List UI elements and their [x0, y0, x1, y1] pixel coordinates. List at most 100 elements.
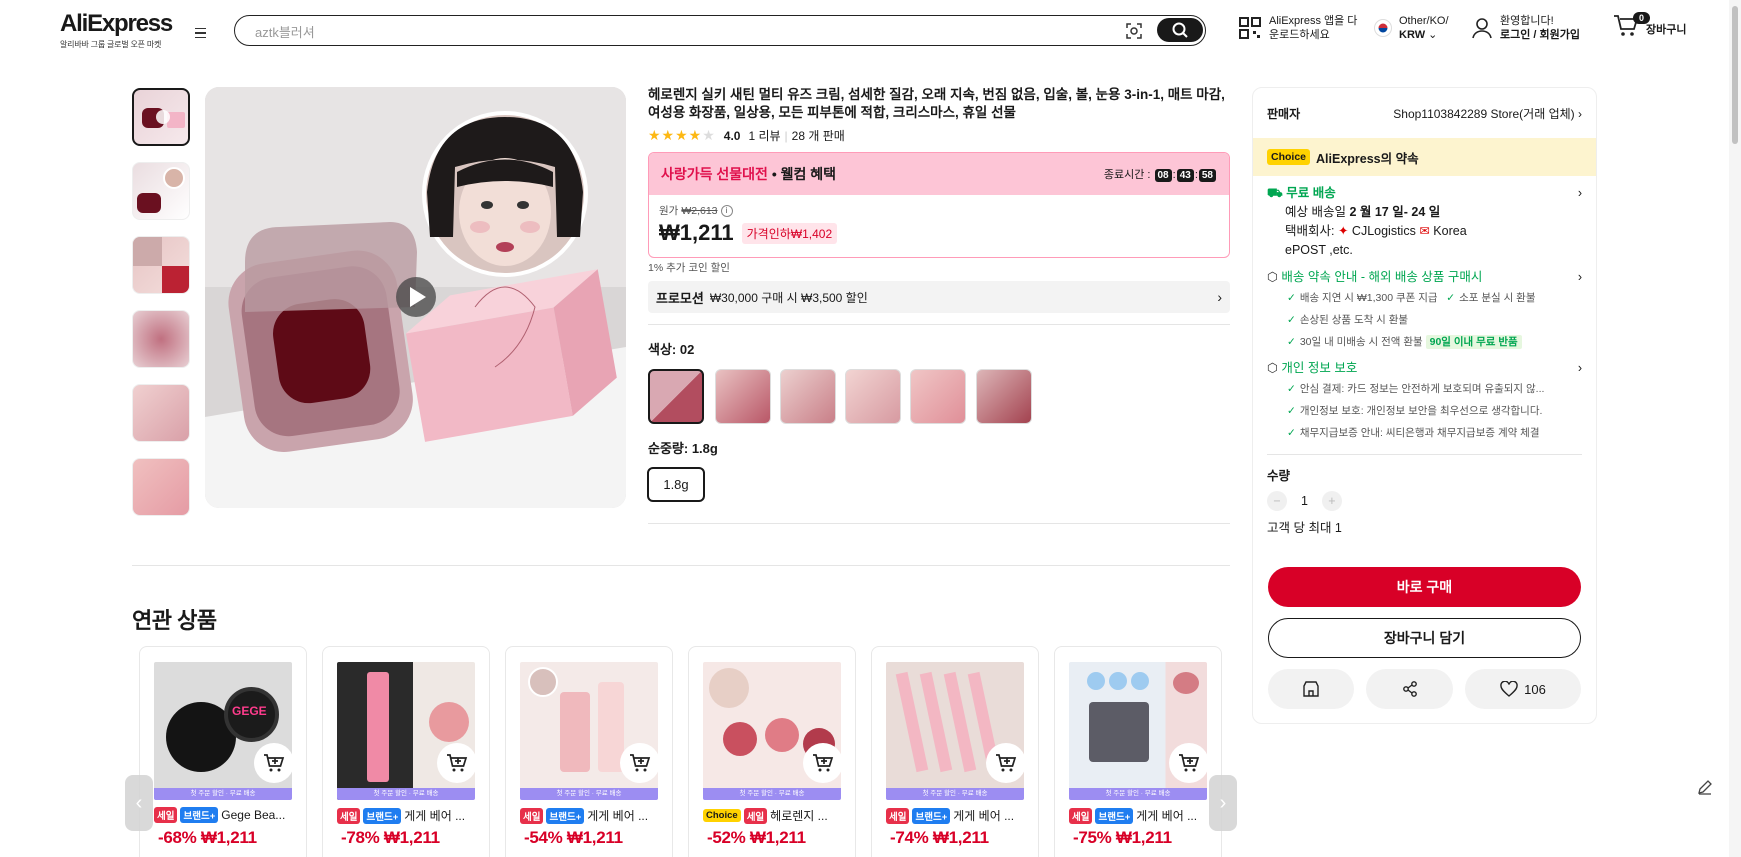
quantity-value[interactable]: 1 — [1301, 492, 1308, 511]
brand-plus-tag: 브랜드+ — [546, 807, 585, 824]
return-badge: 90일 이내 무료 반품 — [1425, 335, 1522, 349]
carrier-label: 택배회사: — [1285, 224, 1338, 238]
color-label: 색상: 02 — [648, 342, 695, 357]
brand-plus-tag: 브랜드+ — [180, 807, 219, 823]
image-search-icon[interactable] — [1125, 22, 1143, 40]
review-count[interactable]: 1 리뷰 — [748, 127, 780, 144]
promotion-label: 프로모션 — [656, 290, 704, 306]
thumbnail[interactable] — [132, 384, 190, 442]
add-to-cart-button[interactable]: 장바구니 담기 — [1268, 618, 1581, 658]
sale-tag: 세일 — [154, 807, 178, 823]
chevron-right-icon: › — [1577, 270, 1582, 284]
store-button[interactable] — [1268, 669, 1354, 709]
search-button[interactable] — [1157, 18, 1203, 42]
add-to-cart-icon[interactable] — [1169, 743, 1209, 783]
choice-tag: Choice — [1267, 149, 1311, 165]
product-card[interactable]: 첫 주문 할인 · 무료 배송 세일 브랜드+ 게게 베어 ... -74% ₩1,… — [871, 646, 1039, 857]
like-count: 106 — [1524, 681, 1546, 697]
promo-event-name: 사랑가득 선물대전 — [661, 166, 768, 182]
menu-icon[interactable] — [190, 24, 210, 42]
sale-tag: 세일 — [337, 807, 361, 824]
carousel-prev-button[interactable]: ‹ — [125, 775, 153, 831]
add-to-cart-icon[interactable] — [986, 743, 1026, 783]
add-to-cart-icon[interactable] — [254, 743, 294, 783]
product-card[interactable]: 첫 주문 할인 · 무료 배송 Choice 세일 헤로렌지 ... -52% ₩1… — [688, 646, 856, 857]
rating-row[interactable]: ★★★★★ 4.0 1 리뷰 | 28 개 판매 — [648, 127, 845, 144]
promotion-bar[interactable]: 프로모션 ₩30,000 구매 시 ₩3,500 할인 › — [648, 281, 1230, 313]
card-promo-band: 첫 주문 할인 · 무료 배송 — [886, 788, 1024, 800]
delivery-item: 배송 지연 시 ₩1,300 쿠폰 지급 — [1299, 292, 1438, 304]
search-bar[interactable]: aztk블러셔 — [234, 15, 1206, 46]
chevron-right-icon: › — [1577, 186, 1582, 200]
user-icon — [1472, 18, 1492, 39]
color-swatch[interactable] — [845, 369, 901, 424]
product-card[interactable]: 첫 주문 할인 · 무료 배송 세일 브랜드+ 게게 베어 ... -78% ₩1,… — [322, 646, 490, 857]
quantity-stepper: − 1 + — [1267, 491, 1582, 511]
weight-option[interactable]: 1.8g — [647, 467, 705, 502]
add-to-cart-icon[interactable] — [437, 743, 477, 783]
thumbnail[interactable] — [132, 88, 190, 146]
divider — [648, 324, 1230, 325]
feedback-edit-icon[interactable] — [1696, 778, 1714, 796]
product-card[interactable]: 첫 주문 할인 · 무료 배송 세일 브랜드+ 게게 베어 ... -54% ₩1,… — [505, 646, 673, 857]
login-link[interactable]: 로그인 / 회원가입 — [1500, 29, 1580, 41]
timer-hours: 08 — [1154, 169, 1172, 182]
card-price: -52% ₩1,211 — [707, 828, 806, 847]
free-shipping-row[interactable]: ⛟ 무료 배송 › — [1267, 184, 1582, 203]
language-currency-selector[interactable]: Other/KO/KRW ⌄ — [1374, 14, 1449, 42]
divider — [648, 523, 1230, 524]
currency-label: KRW — [1399, 29, 1426, 41]
card-promo-band: 첫 주문 할인 · 무료 배송 — [337, 788, 475, 800]
heart-icon — [1500, 681, 1518, 697]
color-swatch[interactable] — [780, 369, 836, 424]
buy-now-button[interactable]: 바로 구매 — [1268, 567, 1581, 607]
current-price: ₩1,211 — [659, 220, 734, 245]
decrease-button[interactable]: − — [1267, 491, 1287, 511]
color-swatch[interactable] — [910, 369, 966, 424]
timer-minutes: 43 — [1176, 169, 1194, 182]
color-swatch[interactable] — [648, 369, 704, 424]
search-input[interactable]: aztk블러셔 — [255, 22, 315, 41]
star-rating: ★★★★★ — [648, 127, 716, 143]
privacy-item: 개인정보 보호: 개인정보 보안을 최우선으로 생각합니다. — [1299, 405, 1543, 417]
card-promo-band: 첫 주문 할인 · 무료 배송 — [154, 788, 292, 800]
page-scrollbar[interactable] — [1729, 0, 1741, 857]
cart-link[interactable]: 0 장바구니 — [1613, 12, 1686, 38]
related-products-title: 연관 상품 — [132, 608, 217, 633]
scrollbar-thumb[interactable] — [1732, 6, 1738, 144]
store-icon — [1303, 681, 1319, 697]
thumbnail[interactable] — [132, 236, 190, 294]
share-button[interactable] — [1366, 669, 1453, 709]
color-swatch[interactable] — [976, 369, 1032, 424]
seller-name[interactable]: Shop1103842289 Store(거래 업체) — [1393, 107, 1574, 121]
end-time-label: 종료시간 : — [1103, 169, 1151, 181]
add-to-cart-icon[interactable] — [803, 743, 843, 783]
increase-button[interactable]: + — [1321, 491, 1342, 511]
privacy-row[interactable]: ⬡ 개인 정보 보호 › — [1267, 359, 1582, 378]
search-icon — [1172, 22, 1188, 38]
carousel-next-button[interactable]: › — [1209, 775, 1237, 831]
discount-badge: 가격인하₩1,402 — [741, 222, 838, 244]
product-card[interactable]: 첫 주문 할인 · 무료 배송 세일 브랜드+ 게게 베어 ... -75% ₩1,… — [1054, 646, 1222, 857]
wishlist-button[interactable]: 106 — [1465, 669, 1581, 709]
delivery-promise-row[interactable]: ⬡ 배송 약속 안내 - 해외 배송 상품 구매시 › — [1267, 268, 1582, 287]
product-card[interactable]: GEGE 첫 주문 할인 · 무료 배송 세일 브랜드+ Gege Bea... -6… — [139, 646, 307, 857]
carrier-3: ePOST ,etc. — [1285, 243, 1353, 257]
privacy-item: 안심 결제: 카드 정보는 안전하게 보호되며 유출되지 않... — [1299, 383, 1545, 395]
thumbnail[interactable] — [132, 310, 190, 368]
privacy-title: 개인 정보 보호 — [1281, 361, 1358, 375]
truck-icon: ⛟ — [1267, 186, 1283, 200]
add-to-cart-icon[interactable] — [620, 743, 660, 783]
card-name: Gege Bea... — [221, 808, 286, 822]
card-name: 게게 베어 ... — [1136, 809, 1198, 823]
thumbnail[interactable] — [132, 458, 190, 516]
thumbnail[interactable] — [132, 162, 190, 220]
main-product-image[interactable] — [205, 87, 626, 508]
info-icon[interactable]: i — [720, 204, 733, 217]
aliexpress-logo[interactable]: AliExpress 알리바바 그룹 글로벌 오픈 마켓 — [60, 10, 173, 50]
download-app-link[interactable]: AliExpress 앱을 다 운로드하세요 — [1238, 14, 1357, 42]
color-swatch[interactable] — [715, 369, 771, 424]
card-price: -75% ₩1,211 — [1073, 828, 1172, 847]
account-menu[interactable]: 환영합니다! 로그인 / 회원가입 — [1471, 14, 1580, 42]
seller-row[interactable]: 판매자 Shop1103842289 Store(거래 업체) › — [1253, 88, 1596, 138]
